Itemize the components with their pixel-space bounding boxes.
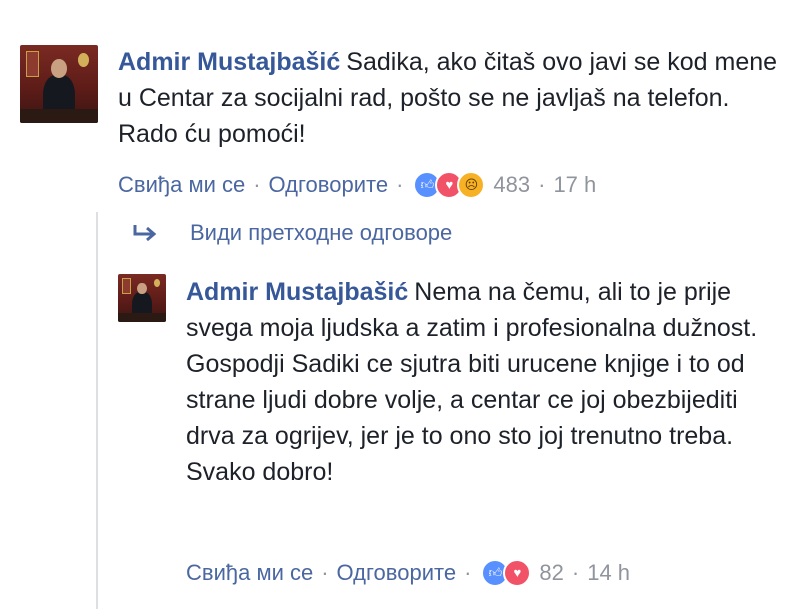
reply-body: Admir Mustajbašić Nema na čemu, ali to je… [186,274,766,490]
reply-arrow-icon [133,225,157,242]
reactions-summary[interactable]: 👍︎ ♥ ☹ [413,171,486,199]
flag-decoration [26,51,40,77]
like-button[interactable]: Свиђа ми се [118,170,245,200]
separator: · [538,172,546,197]
reaction-count[interactable]: 82 [539,558,563,588]
desk-decoration [20,108,98,123]
person-head [51,59,67,78]
view-previous-replies-link[interactable]: Види претходне одговоре [132,220,452,246]
comment-body: Admir Mustajbašić Sadika, ako čitaš ovo j… [118,44,778,152]
love-reaction-icon: ♥ [503,559,532,587]
avatar[interactable] [118,274,166,322]
comment-timestamp[interactable]: 17 h [553,170,596,200]
separator: · [464,560,472,585]
reply-thread-line [96,212,98,609]
comment-author-link[interactable]: Admir Mustajbašić [118,48,340,76]
like-button[interactable]: Свиђа ми се [186,558,313,588]
avatar[interactable] [20,45,98,123]
reply-button[interactable]: Одговорите [269,170,389,200]
reply-text: Nema na čemu, ali to je prije svega moja… [186,278,758,486]
person-head [137,282,147,295]
comment-actions: Свиђа ми се · Одговорите · 👍︎ ♥ ☹ 483 · … [118,170,596,200]
reactions-summary[interactable]: 👍︎ ♥ [481,559,532,587]
separator: · [321,560,329,585]
reply-timestamp[interactable]: 14 h [587,558,630,588]
sad-reaction-icon: ☹ [457,171,486,199]
separator: · [571,560,580,585]
reaction-count[interactable]: 483 [493,170,530,200]
separator: · [253,172,261,197]
desk-decoration [118,313,166,322]
reply-button[interactable]: Одговорите [337,558,457,588]
reply-author-link[interactable]: Admir Mustajbašić [186,278,408,306]
emblem-decoration [77,52,89,67]
view-previous-replies-label: Види претходне одговоре [190,220,453,245]
emblem-decoration [153,278,161,288]
flag-decoration [121,277,131,295]
reply-actions: Свиђа ми се · Одговорите · 👍︎ ♥ 82 · 14 … [186,558,630,588]
separator: · [396,172,404,197]
